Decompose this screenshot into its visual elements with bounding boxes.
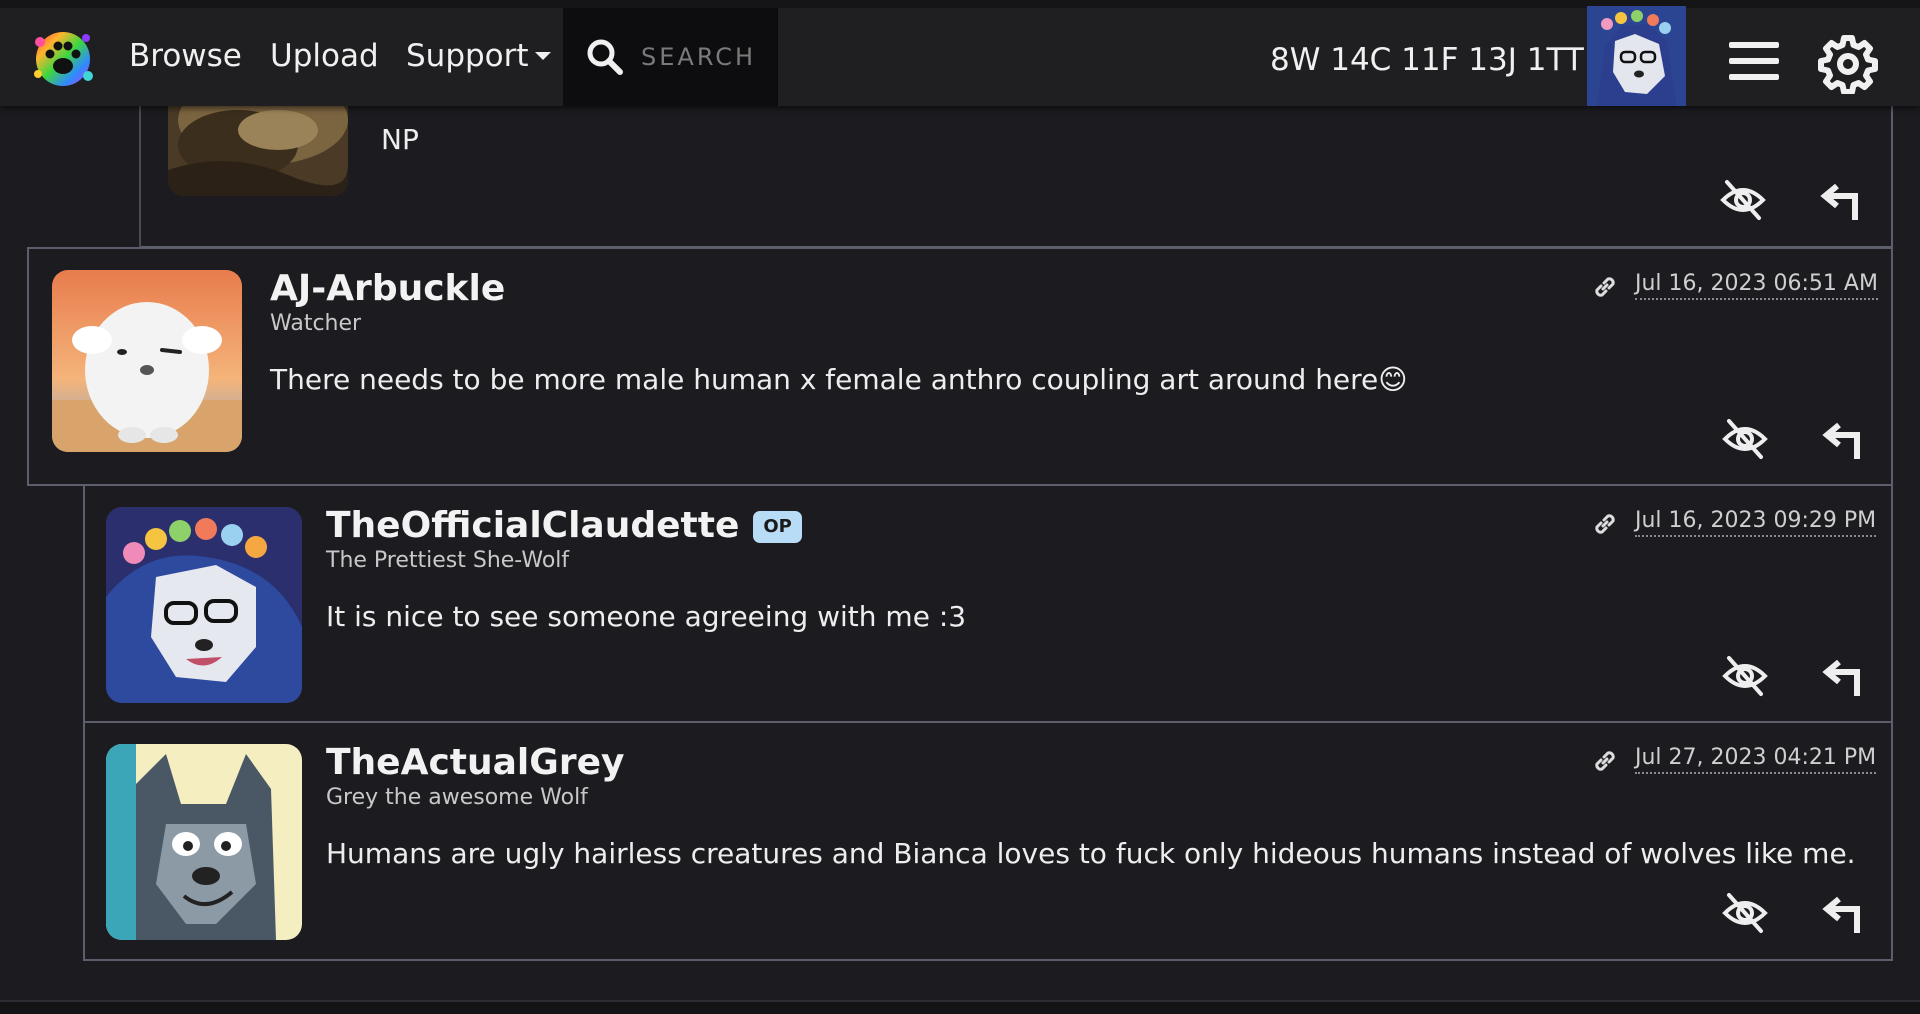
commenter-avatar[interactable]	[106, 507, 302, 703]
notification-counts[interactable]: 8W 14C 11F 13J 1TT	[1270, 38, 1584, 82]
hide-comment-icon[interactable]	[1721, 891, 1769, 935]
user-avatar[interactable]	[1587, 6, 1686, 106]
she-wolf-avatar-image	[106, 507, 302, 703]
reply-icon[interactable]	[1819, 182, 1861, 222]
search-icon	[587, 39, 623, 75]
reply-icon[interactable]	[1821, 658, 1863, 698]
caret-down-icon	[534, 51, 551, 60]
comment-card: TheOfficialClaudette OP The Prettiest She…	[83, 484, 1893, 723]
commenter-avatar[interactable]	[106, 744, 302, 940]
commenter-username-label: TheOfficialClaudette	[326, 505, 740, 546]
paw-logo-icon[interactable]	[28, 24, 98, 94]
permalink-icon[interactable]	[1591, 510, 1619, 538]
commenter-username[interactable]: AJ-Arbuckle	[270, 267, 505, 311]
permalink-icon[interactable]	[1591, 273, 1619, 301]
commenter-title: Grey the awesome Wolf	[326, 785, 588, 810]
permalink-icon[interactable]	[1591, 747, 1619, 775]
nav-support-dropdown[interactable]: Support	[406, 34, 551, 78]
comment-card: TheActualGrey Grey the awesome Wolf Huma…	[83, 721, 1893, 961]
comment-body: There needs to be more male human x fema…	[270, 363, 1408, 396]
commenter-avatar[interactable]	[52, 270, 242, 452]
search-input[interactable]	[639, 42, 769, 72]
reply-icon[interactable]	[1821, 895, 1863, 935]
gear-icon[interactable]	[1818, 34, 1878, 94]
comment-card: NP	[141, 90, 1893, 248]
comment-card: AJ-Arbuckle Watcher There needs to be mo…	[27, 247, 1893, 486]
nav-support-label: Support	[406, 38, 529, 74]
top-navbar: Browse Upload Support 8W 14C 11F 13J 1TT	[0, 0, 1920, 106]
commenter-title: The Prettiest She-Wolf	[326, 548, 570, 573]
fluffy-creature-avatar-image	[52, 270, 242, 452]
wolf-avatar-image	[1587, 6, 1686, 106]
comment-timestamp[interactable]: Jul 16, 2023 06:51 AM	[1635, 270, 1878, 300]
op-badge: OP	[753, 511, 802, 543]
commenter-username[interactable]: TheActualGrey	[326, 741, 624, 785]
grey-wolf-avatar-image	[106, 744, 302, 940]
comment-body: It is nice to see someone agreeing with …	[326, 600, 967, 633]
nav-browse-link[interactable]: Browse	[129, 34, 242, 78]
commenter-title: Watcher	[270, 311, 362, 336]
comment-body: NP	[381, 123, 419, 156]
search-box[interactable]	[563, 8, 778, 106]
comment-body: Humans are ugly hairless creatures and B…	[326, 837, 1856, 870]
hide-comment-icon[interactable]	[1719, 178, 1767, 222]
comment-timestamp[interactable]: Jul 27, 2023 04:21 PM	[1635, 744, 1877, 774]
bottom-bar	[0, 1000, 1920, 1014]
hamburger-menu-icon[interactable]	[1729, 40, 1779, 82]
nav-upload-link[interactable]: Upload	[270, 34, 379, 78]
comment-timestamp[interactable]: Jul 16, 2023 09:29 PM	[1635, 507, 1877, 537]
reply-icon[interactable]	[1821, 421, 1863, 461]
commenter-username[interactable]: TheOfficialClaudette OP	[326, 504, 802, 548]
hide-comment-icon[interactable]	[1721, 654, 1769, 698]
hide-comment-icon[interactable]	[1721, 417, 1769, 461]
